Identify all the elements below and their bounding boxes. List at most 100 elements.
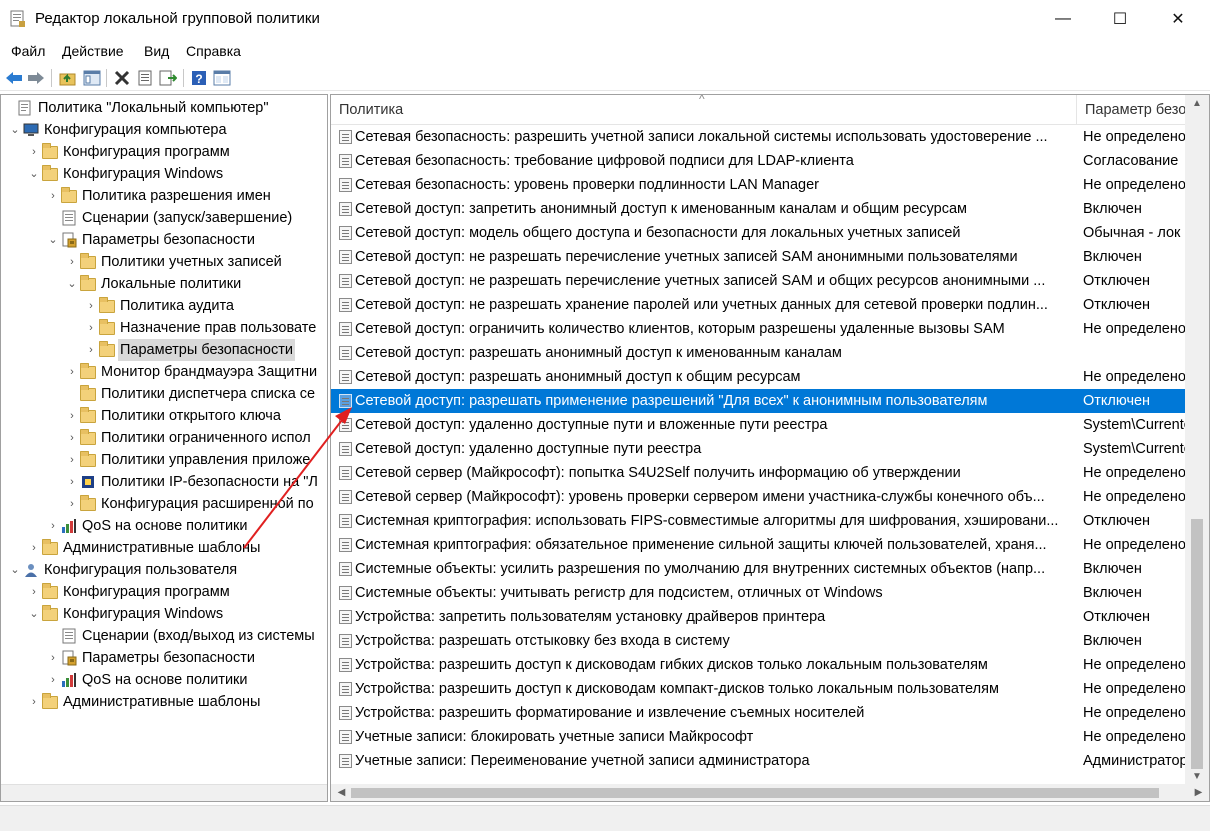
vertical-scroll-thumb[interactable] [1191,519,1203,769]
tree-item-name-resolution-policy[interactable]: › Политика разрешения имен [1,185,327,207]
collapse-chevron-icon[interactable]: ⌄ [9,559,21,581]
collapse-chevron-icon[interactable]: ⌄ [28,163,40,185]
tree-item-user-security-settings[interactable]: › Параметры безопасности [1,647,327,669]
tree-item-public-key-policies[interactable]: › Политики открытого ключа [1,405,327,427]
tree-item-user-rights-assignment[interactable]: › Назначение прав пользовате [1,317,327,339]
tree-item-user-administrative-templates[interactable]: › Административные шаблоны [1,691,327,713]
tree-item-user-windows-settings[interactable]: ⌄ Конфигурация Windows [1,603,327,625]
tree-item-local-policies[interactable]: ⌄ Локальные политики [1,273,327,295]
console-tree-pane[interactable]: Политика "Локальный компьютер" ⌄ Конфигура… [0,94,328,802]
expand-chevron-icon[interactable]: › [28,691,40,713]
policy-row[interactable]: Устройства: разрешить доступ к дисковода… [331,653,1186,677]
extended-view-icon[interactable] [212,68,232,88]
scroll-left-icon[interactable]: ◀ [333,784,350,801]
policy-row[interactable]: Системные объекты: учитывать регистр для… [331,581,1186,605]
policy-row[interactable]: Сетевой сервер (Майкрософт): попытка S4U… [331,461,1186,485]
policy-row[interactable]: Сетевой доступ: удаленно доступные пути … [331,437,1186,461]
policy-row[interactable]: Сетевой доступ: модель общего доступа и … [331,221,1186,245]
column-header-setting[interactable]: Параметр безо [1077,95,1187,125]
expand-chevron-icon[interactable]: › [47,647,59,669]
collapse-chevron-icon[interactable]: ⌄ [66,273,78,295]
policy-row[interactable]: Устройства: разрешить доступ к дисковода… [331,677,1186,701]
expand-chevron-icon[interactable]: › [28,581,40,603]
expand-chevron-icon[interactable]: › [66,427,78,449]
up-folder-icon[interactable] [58,68,78,88]
scroll-up-icon[interactable]: ▲ [1185,95,1209,112]
policy-row[interactable]: Сетевой доступ: не разрешать перечислени… [331,269,1186,293]
policy-row[interactable]: Сетевой доступ: разрешать анонимный дост… [331,341,1186,365]
expand-chevron-icon[interactable]: › [85,317,97,339]
export-list-icon[interactable] [158,68,178,88]
tree-item-ip-security-policies[interactable]: › Политики IP-безопасности на "Л [1,471,327,493]
list-vertical-scrollbar[interactable]: ▲ ▼ [1185,95,1209,785]
menu-help[interactable]: Справка [186,43,241,59]
expand-chevron-icon[interactable]: › [66,449,78,471]
menu-file[interactable]: Файл [11,43,45,59]
policy-row[interactable]: Сетевой доступ: не разрешать хранение па… [331,293,1186,317]
tree-item-security-settings[interactable]: ⌄ Параметры безопасности [1,229,327,251]
expand-chevron-icon[interactable]: › [28,141,40,163]
tree-item-application-control[interactable]: › Политики управления приложе [1,449,327,471]
policy-row[interactable]: Устройства: разрешить форматирование и и… [331,701,1186,725]
tree-item-user-qos-policy[interactable]: › QoS на основе политики [1,669,327,691]
properties-icon[interactable] [135,68,155,88]
policy-row[interactable]: Сетевой сервер (Майкрософт): уровень про… [331,485,1186,509]
expand-chevron-icon[interactable]: › [47,185,59,207]
minimize-button[interactable]: — [1040,0,1086,38]
policy-row[interactable]: Сетевая безопасность: уровень проверки п… [331,173,1186,197]
expand-chevron-icon[interactable]: › [66,251,78,273]
tree-item-advanced-audit[interactable]: › Конфигурация расширенной по [1,493,327,515]
policy-row[interactable]: Сетевой доступ: не разрешать перечислени… [331,245,1186,269]
list-horizontal-scrollbar[interactable]: ◀ ▶ [331,784,1209,801]
tree-item-user-configuration[interactable]: ⌄ Конфигурация пользователя [1,559,327,581]
tree-item-account-policies[interactable]: › Политики учетных записей [1,251,327,273]
tree-item-audit-policy[interactable]: › Политика аудита [1,295,327,317]
tree-item-defender-firewall[interactable]: › Монитор брандмауэра Защитни [1,361,327,383]
tree-horizontal-scrollbar[interactable] [1,784,327,801]
tree-item-local-computer-policy[interactable]: Политика "Локальный компьютер" [1,97,327,119]
collapse-chevron-icon[interactable]: ⌄ [28,603,40,625]
tree-item-scripts-logon-logoff[interactable]: Сценарии (вход/выход из системы [1,625,327,647]
collapse-chevron-icon[interactable]: ⌄ [9,119,21,141]
expand-chevron-icon[interactable]: › [66,471,78,493]
expand-chevron-icon[interactable]: › [66,493,78,515]
policy-row[interactable]: Учетные записи: Переименование учетной з… [331,749,1186,773]
delete-icon[interactable] [112,68,132,88]
tree-item-windows-settings[interactable]: ⌄ Конфигурация Windows [1,163,327,185]
expand-chevron-icon[interactable]: › [28,537,40,559]
tree-item-network-list-manager[interactable]: Политики диспетчера списка се [1,383,327,405]
policy-row[interactable]: Сетевой доступ: ограничить количество кл… [331,317,1186,341]
show-hide-tree-icon[interactable] [82,68,102,88]
tree-item-computer-configuration[interactable]: ⌄ Конфигурация компьютера [1,119,327,141]
expand-chevron-icon[interactable]: › [47,515,59,537]
expand-chevron-icon[interactable]: › [66,405,78,427]
policy-row[interactable]: Системные объекты: усилить разрешения по… [331,557,1186,581]
policy-list-pane[interactable]: Политика ^ Параметр безо Сетевая безопас… [330,94,1210,802]
tree-item-scripts-startup-shutdown[interactable]: Сценарии (запуск/завершение) [1,207,327,229]
tree-item-security-options[interactable]: › Параметры безопасности [1,339,327,361]
scroll-right-icon[interactable]: ▶ [1190,784,1207,801]
scroll-down-icon[interactable]: ▼ [1185,768,1209,785]
policy-row[interactable]: Устройства: разрешать отстыковку без вхо… [331,629,1186,653]
policy-row[interactable]: Сетевая безопасность: разрешить учетной … [331,125,1186,149]
menu-action[interactable]: Действие [62,43,124,59]
horizontal-scroll-thumb[interactable] [351,788,1159,798]
policy-row[interactable]: Сетевой доступ: запретить анонимный дост… [331,197,1186,221]
back-arrow-icon[interactable] [4,68,24,88]
policy-row[interactable]: Сетевой доступ: удаленно доступные пути … [331,413,1186,437]
policy-row[interactable]: Устройства: запретить пользователям уста… [331,605,1186,629]
tree-item-user-software-settings[interactable]: › Конфигурация программ [1,581,327,603]
tree-item-software-settings[interactable]: › Конфигурация программ [1,141,327,163]
tree-item-qos-policy[interactable]: › QoS на основе политики [1,515,327,537]
expand-chevron-icon[interactable]: › [85,295,97,317]
forward-arrow-icon[interactable] [26,68,46,88]
help-icon[interactable]: ? [189,68,209,88]
policy-row[interactable]: Сетевая безопасность: требование цифрово… [331,149,1186,173]
policy-row[interactable]: Сетевой доступ: разрешать применение раз… [331,389,1186,413]
expand-chevron-icon[interactable]: › [85,339,97,361]
policy-row[interactable]: Сетевой доступ: разрешать анонимный дост… [331,365,1186,389]
tree-item-software-restriction[interactable]: › Политики ограниченного испол [1,427,327,449]
collapse-chevron-icon[interactable]: ⌄ [47,229,59,251]
expand-chevron-icon[interactable]: › [47,669,59,691]
close-button[interactable]: ✕ [1155,0,1201,38]
